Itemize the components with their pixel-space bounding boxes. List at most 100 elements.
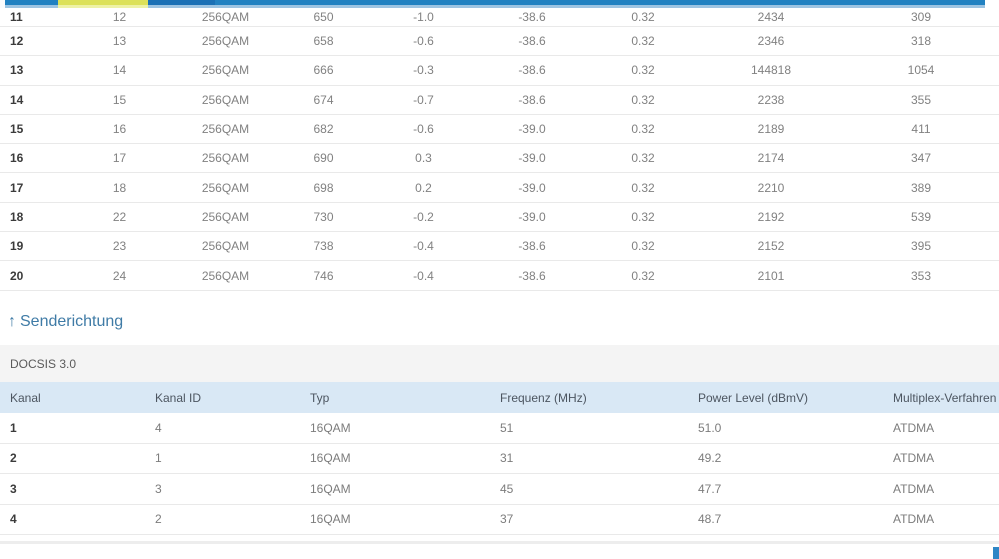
modem-status-page: 11 12 256QAM 650 -1.0 -38.6 0.32 2434 30… (0, 0, 999, 559)
cell-kanal: 18 (0, 202, 65, 233)
cell-value: 2174 (699, 143, 843, 174)
cell-value: 2189 (699, 114, 843, 145)
cell-kanal-id: 15 (65, 85, 174, 115)
column-header-kanal-id[interactable]: Kanal ID (145, 382, 300, 413)
cell-kanal: 20 (0, 260, 65, 291)
cell-value: 0.32 (587, 55, 699, 86)
header-strip-segment (5, 0, 58, 8)
header-strip-segment (148, 0, 215, 8)
cell-value: 2192 (699, 202, 843, 233)
cell-kanal-id: 1 (145, 443, 300, 474)
cell-value: 0.32 (587, 260, 699, 291)
cell-frequenz: 690 (277, 143, 370, 174)
cell-value: 353 (843, 260, 999, 291)
docsis-version-bar: DOCSIS 3.0 (0, 345, 999, 382)
cell-kanal: 17 (0, 172, 65, 203)
column-header-power-level[interactable]: Power Level (dBmV) (688, 382, 883, 413)
upstream-table-row: 4 2 16QAM 37 48.7 ATDMA (0, 504, 999, 535)
downstream-table-row: 19 23 256QAM 738 -0.4 -38.6 0.32 2152 39… (0, 231, 999, 262)
cell-value: 309 (843, 8, 999, 27)
cell-kanal: 2 (0, 443, 145, 474)
cell-power-level: 49.2 (688, 443, 883, 474)
cell-value: 0.32 (587, 26, 699, 57)
downstream-table-row: 16 17 256QAM 690 0.3 -39.0 0.32 2174 347 (0, 143, 999, 174)
cell-value: 0.32 (587, 114, 699, 145)
cell-value: -38.6 (477, 26, 587, 57)
cell-multiplex: ATDMA (883, 504, 999, 535)
cell-value: -38.6 (477, 8, 587, 27)
cell-power-level: -1.0 (370, 8, 477, 27)
cell-value: 2101 (699, 260, 843, 291)
cell-frequenz: 658 (277, 26, 370, 57)
cell-typ: 256QAM (174, 55, 277, 86)
cell-power-level: 47.7 (688, 473, 883, 505)
cell-kanal: 11 (0, 8, 65, 27)
cell-frequenz: 698 (277, 172, 370, 203)
cell-value: 347 (843, 143, 999, 174)
cell-frequenz: 746 (277, 260, 370, 291)
cell-value: 2210 (699, 172, 843, 203)
cell-value: 0.32 (587, 172, 699, 203)
cell-typ: 256QAM (174, 231, 277, 262)
cell-power-level: -0.3 (370, 55, 477, 86)
cell-typ: 256QAM (174, 260, 277, 291)
cell-value: 395 (843, 231, 999, 262)
cell-value: 144818 (699, 55, 843, 86)
content-divider (0, 541, 999, 544)
cell-value: 355 (843, 85, 999, 115)
cell-value: -39.0 (477, 172, 587, 203)
cell-value: -39.0 (477, 114, 587, 145)
scrollbar-thumb[interactable] (993, 547, 999, 559)
cell-typ: 16QAM (300, 504, 490, 535)
header-strip-right-gap (985, 0, 999, 8)
cell-kanal-id: 14 (65, 55, 174, 86)
cell-typ: 256QAM (174, 202, 277, 233)
cell-multiplex: ATDMA (883, 443, 999, 474)
downstream-table-row: 17 18 256QAM 698 0.2 -39.0 0.32 2210 389 (0, 172, 999, 203)
cell-kanal: 4 (0, 504, 145, 535)
cell-power-level: -0.7 (370, 85, 477, 115)
cell-frequenz: 674 (277, 85, 370, 115)
cell-value: -38.6 (477, 260, 587, 291)
cell-power-level: 0.2 (370, 172, 477, 203)
cell-value: 539 (843, 202, 999, 233)
cell-value: -39.0 (477, 202, 587, 233)
cell-kanal: 13 (0, 55, 65, 86)
cell-value: 0.32 (587, 202, 699, 233)
cell-value: 318 (843, 26, 999, 57)
column-header-kanal[interactable]: Kanal (0, 382, 145, 413)
column-header-typ[interactable]: Typ (300, 382, 490, 413)
downstream-channel-table: 11 12 256QAM 650 -1.0 -38.6 0.32 2434 30… (0, 8, 999, 291)
downstream-table-row: 20 24 256QAM 746 -0.4 -38.6 0.32 2101 35… (0, 260, 999, 291)
column-header-frequenz[interactable]: Frequenz (MHz) (490, 382, 688, 413)
header-strip-segment (215, 0, 985, 8)
cell-value: 0.32 (587, 231, 699, 262)
cell-value: -38.6 (477, 85, 587, 115)
cell-value: 1054 (843, 55, 999, 86)
cell-power-level: -0.2 (370, 202, 477, 233)
downstream-table-row: 14 15 256QAM 674 -0.7 -38.6 0.32 2238 35… (0, 85, 999, 115)
cell-frequenz: 682 (277, 114, 370, 145)
cell-power-level: 0.3 (370, 143, 477, 174)
cell-typ: 256QAM (174, 172, 277, 203)
cell-value: 2152 (699, 231, 843, 262)
cell-value: 0.32 (587, 8, 699, 27)
column-header-multiplex[interactable]: Multiplex-Verfahren (883, 382, 999, 413)
cell-typ: 256QAM (174, 143, 277, 174)
cell-frequenz: 31 (490, 443, 688, 474)
cell-value: 0.32 (587, 85, 699, 115)
cell-value: 411 (843, 114, 999, 145)
downstream-table-row: 11 12 256QAM 650 -1.0 -38.6 0.32 2434 30… (0, 8, 999, 27)
cell-value: 2346 (699, 26, 843, 57)
upstream-header-row: Kanal Kanal ID Typ Frequenz (MHz) Power … (0, 382, 999, 413)
cell-value: -38.6 (477, 231, 587, 262)
cell-power-level: -0.4 (370, 260, 477, 291)
upstream-section: DOCSIS 3.0 Kanal Kanal ID Typ Frequenz (… (0, 345, 999, 535)
cell-power-level: -0.4 (370, 231, 477, 262)
sorted-column-highlight (58, 0, 148, 8)
cell-frequenz: 666 (277, 55, 370, 86)
cell-kanal-id: 24 (65, 260, 174, 291)
cell-frequenz: 51 (490, 413, 688, 444)
cell-frequenz: 738 (277, 231, 370, 262)
cell-power-level: 48.7 (688, 504, 883, 535)
